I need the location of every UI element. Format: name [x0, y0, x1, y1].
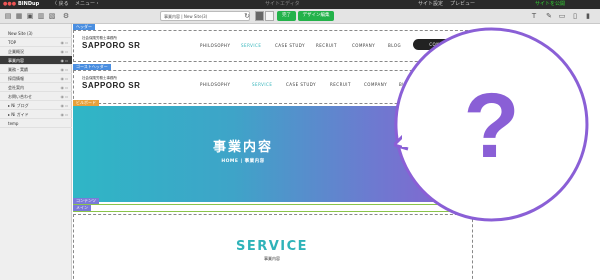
ghost-nav-philosophy[interactable]: PHILOSOPHY: [200, 82, 230, 87]
sidebar-item-label: お問い合わせ: [8, 94, 32, 99]
sidebar-item-label: TOP: [8, 40, 17, 45]
sidebar-item-label: 企業概況: [8, 49, 24, 54]
visibility-icon[interactable]: ◉ ▫: [61, 92, 68, 101]
section-subtitle: 事業内容: [264, 256, 280, 261]
sidebar-item-label: ▸ Ni ブログ: [8, 103, 29, 108]
section-title: SERVICE: [235, 239, 309, 254]
ghost-nav-case-study[interactable]: CASE STUDY: [286, 82, 316, 87]
nav-recruit[interactable]: RECRUIT: [316, 43, 337, 48]
breadcrumb-home[interactable]: HOME: [221, 159, 238, 164]
sidebar-item-contact[interactable]: お問い合わせ ◉ ▫: [0, 92, 72, 101]
question-mark: ?: [463, 75, 519, 177]
reload-icon[interactable]: ↻: [243, 12, 251, 20]
preview-mode-toggle[interactable]: [265, 11, 274, 21]
gear-icon[interactable]: ⚙: [62, 12, 70, 20]
ghost-nav-service[interactable]: SERVICE: [252, 82, 272, 87]
visibility-icon[interactable]: ◉ ▫: [61, 74, 68, 83]
sidebar-item-label: 会社案内: [8, 85, 24, 90]
sidebar-item-label: 業務・実績: [8, 67, 28, 72]
breadcrumb-separator: |: [240, 159, 243, 164]
header-logo[interactable]: SAPPORO SR: [82, 41, 140, 50]
site-settings-button[interactable]: サイト設定: [418, 0, 443, 9]
sidebar-item-company[interactable]: 会社案内 ◉ ▫: [0, 83, 72, 92]
nav-case-study[interactable]: CASE STUDY: [275, 43, 305, 48]
visibility-icon[interactable]: ◉ ▫: [61, 101, 68, 110]
desktop-icon[interactable]: ▭: [558, 12, 566, 20]
nav-philosophy[interactable]: PHILOSOPHY: [200, 43, 230, 48]
layers-icon[interactable]: ▦: [15, 12, 23, 20]
menu-button[interactable]: メニュー・: [75, 0, 100, 9]
ghost-nav-company[interactable]: COMPANY: [364, 82, 387, 87]
sidebar-item-label: ▸ Ni ガイド: [8, 112, 29, 117]
phone-icon[interactable]: ▮: [584, 12, 592, 20]
sidebar-item-top[interactable]: TOP ◉ ▫: [0, 38, 72, 47]
page-tree-sidebar: New Site (3) TOP ◉ ▫ 企業概況 ◉ ▫ 事業内容 ◉ ▫ 業務・実…: [0, 24, 72, 280]
page-url-field[interactable]: 事業内容 | New Site(3): [160, 11, 250, 21]
tablet-icon[interactable]: ▯: [571, 12, 579, 20]
sidebar-item-recruit[interactable]: 採用情報 ◉ ▫: [0, 74, 72, 83]
visibility-icon[interactable]: ◉ ▫: [61, 65, 68, 74]
sidebar-item-label: 事業内容: [8, 58, 24, 63]
back-button[interactable]: 〈 戻る: [52, 0, 69, 9]
sidebar-item-label: temp: [8, 121, 19, 126]
sidebar-item-label: New Site (3): [8, 31, 33, 36]
done-button[interactable]: 完了: [277, 11, 296, 21]
visibility-icon[interactable]: ◉ ▫: [61, 56, 68, 65]
nav-service[interactable]: SERVICE: [241, 43, 261, 48]
sidebar-item-company-overview[interactable]: 企業概況 ◉ ▫: [0, 47, 72, 56]
app-window: ●●● BINDup 〈 戻る メニュー・ サイトエディタ サイト設定 プレビュ…: [0, 0, 600, 280]
design-edit-button[interactable]: デザイン編集: [298, 11, 334, 21]
editor-title: サイトエディタ: [265, 1, 300, 7]
nav-company[interactable]: COMPANY: [352, 43, 375, 48]
sidebar-item-service[interactable]: 事業内容 ◉ ▫: [0, 56, 72, 65]
editor-toolbar: ▤ ▦ ▣ ▥ ▧ ⚙ 事業内容 | New Site(3) ↻ 完了 デザイン…: [0, 9, 600, 24]
pencil-icon[interactable]: ✎: [545, 12, 553, 20]
pages-icon[interactable]: ▤: [4, 12, 12, 20]
sidebar-item-blog[interactable]: ▸ Ni ブログ ◉ ▫: [0, 101, 72, 110]
visibility-icon[interactable]: ◉ ▫: [61, 38, 68, 47]
ghost-header-logo[interactable]: SAPPORO SR: [82, 81, 140, 90]
app-topbar: ●●● BINDup 〈 戻る メニュー・ サイトエディタ サイト設定 プレビュ…: [0, 0, 600, 9]
visibility-icon[interactable]: ◉ ▫: [61, 47, 68, 56]
sidebar-item-temp[interactable]: temp: [0, 119, 72, 128]
visibility-icon[interactable]: ◉ ▫: [61, 110, 68, 119]
sidebar-item-results[interactable]: 業務・実績 ◉ ▫: [0, 65, 72, 74]
text-icon[interactable]: T: [530, 12, 538, 20]
preview-button[interactable]: プレビュー: [450, 0, 475, 9]
hero-title: 事業内容: [212, 140, 273, 155]
view-icon[interactable]: ▧: [48, 12, 56, 20]
question-bubble-icon: ?: [394, 27, 589, 222]
ghost-nav-recruit[interactable]: RECRUIT: [330, 82, 351, 87]
grid-icon[interactable]: ▣: [26, 12, 34, 20]
breadcrumb-current: 事業内容: [244, 159, 265, 164]
hero-breadcrumb: HOME | 事業内容: [73, 158, 413, 164]
archive-icon[interactable]: ▥: [37, 12, 45, 20]
visibility-icon[interactable]: ◉ ▫: [61, 83, 68, 92]
sidebar-item-site[interactable]: New Site (3): [0, 29, 72, 38]
sidebar-item-label: 採用情報: [8, 76, 24, 81]
edit-mode-toggle[interactable]: [255, 11, 264, 21]
app-logo: BINDup: [18, 1, 40, 7]
sidebar-item-guide[interactable]: ▸ Ni ガイド ◉ ▫: [0, 110, 72, 119]
window-controls[interactable]: ●●●: [3, 0, 16, 9]
publish-site-button[interactable]: サイトを公開: [535, 0, 565, 9]
